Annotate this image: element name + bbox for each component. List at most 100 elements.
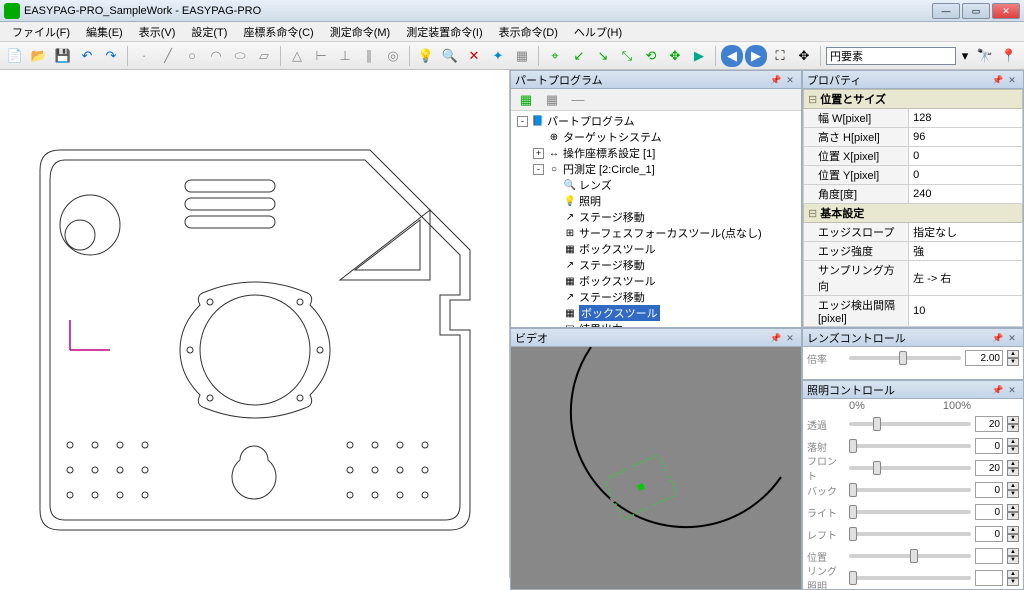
light-value[interactable] [975, 526, 1003, 542]
tree-copy-icon[interactable]: ▦ [541, 89, 563, 111]
panel-close-icon[interactable]: ✕ [783, 331, 797, 345]
pin-icon[interactable]: 📌 [991, 383, 1005, 397]
tree-node[interactable]: ⊞サーフェスフォーカスツール(点なし) [513, 225, 799, 241]
zoom-value[interactable] [965, 350, 1003, 366]
panel-close-icon[interactable]: ✕ [1005, 383, 1019, 397]
light-value[interactable] [975, 438, 1003, 454]
nav-left-icon[interactable]: ◀ [721, 45, 743, 67]
tree-node[interactable]: ⊕ターゲットシステム [513, 129, 799, 145]
prop-value[interactable]: 96 [909, 128, 1023, 147]
dist-icon[interactable]: ⊢ [310, 45, 332, 67]
light-value[interactable] [975, 482, 1003, 498]
tree-root-label[interactable]: パートプログラム [547, 113, 635, 129]
light-slider[interactable] [849, 510, 971, 514]
light-value[interactable] [975, 504, 1003, 520]
pin-icon[interactable]: 📌 [769, 73, 783, 87]
light-slider[interactable] [849, 444, 971, 448]
tree-node[interactable]: ↗ステージ移動 [513, 209, 799, 225]
light-slider[interactable] [849, 532, 971, 536]
par-icon[interactable]: ∥ [358, 45, 380, 67]
property-grid[interactable]: 位置とサイズ幅 W[pixel]128高さ H[pixel]96位置 X[pix… [803, 89, 1023, 327]
light-spinner[interactable]: ▲▼ [1007, 438, 1019, 454]
tree-toggle-icon[interactable]: + [533, 148, 544, 159]
light-slider[interactable] [849, 422, 971, 426]
menu-item[interactable]: 測定命令(M) [322, 24, 399, 40]
light-spinner[interactable]: ▲▼ [1007, 504, 1019, 520]
arc-icon[interactable]: ◠ [205, 45, 227, 67]
pin-icon[interactable]: 📌 [991, 73, 1005, 87]
prop-value[interactable] [909, 327, 1023, 328]
grid-icon[interactable]: ▦ [511, 45, 533, 67]
wand-icon[interactable]: ✦ [487, 45, 509, 67]
tree-node[interactable]: ▦ボックスツール [513, 305, 799, 321]
prop-value[interactable]: 指定なし [909, 223, 1023, 242]
panel-close-icon[interactable]: ✕ [1005, 331, 1019, 345]
bulb-icon[interactable]: 💡 [415, 45, 437, 67]
menu-item[interactable]: ファイル(F) [4, 24, 78, 40]
align-icon[interactable]: ▶ [688, 45, 710, 67]
save-icon[interactable]: 💾 [52, 45, 74, 67]
origin-icon[interactable]: ⌖ [544, 45, 566, 67]
light-slider[interactable] [849, 554, 971, 558]
point-icon[interactable]: · [133, 45, 155, 67]
menu-item[interactable]: 表示命令(D) [491, 24, 566, 40]
tree-node[interactable]: -○円測定 [2:Circle_1] [513, 161, 799, 177]
menu-item[interactable]: 座標系命令(C) [235, 24, 321, 40]
light-spinner[interactable]: ▲▼ [1007, 570, 1019, 586]
light-spinner[interactable]: ▲▼ [1007, 548, 1019, 564]
binoculars-icon[interactable]: 🔭 [974, 45, 996, 67]
menu-item[interactable]: 編集(E) [78, 24, 131, 40]
tree-collapse-icon[interactable]: - [517, 116, 528, 127]
tree-node[interactable]: ▦ボックスツール [513, 241, 799, 257]
light-slider[interactable] [849, 466, 971, 470]
tree-node[interactable]: ▦ボックスツール [513, 273, 799, 289]
tree-node[interactable]: ↗ステージ移動 [513, 289, 799, 305]
element-search-input[interactable] [826, 47, 956, 65]
axis1-icon[interactable]: ↙ [568, 45, 590, 67]
axis2-icon[interactable]: ↘ [592, 45, 614, 67]
zoom-spinner[interactable]: ▲▼ [1007, 350, 1019, 366]
undo-icon[interactable]: ↶ [76, 45, 98, 67]
program-tree[interactable]: -📘パートプログラム ⊕ターゲットシステム+↔操作座標系設定 [1]-○円測定 … [511, 111, 801, 327]
prop-section[interactable]: 位置とサイズ [804, 90, 1023, 109]
ellipse-icon[interactable]: ⬭ [229, 45, 251, 67]
prop-value[interactable]: 128 [909, 109, 1023, 128]
light-value[interactable] [975, 416, 1003, 432]
light-slider[interactable] [849, 488, 971, 492]
menu-item[interactable]: 設定(T) [183, 24, 235, 40]
open-icon[interactable]: 📂 [28, 45, 50, 67]
translate-icon[interactable]: ✥ [664, 45, 686, 67]
light-spinner[interactable]: ▲▼ [1007, 526, 1019, 542]
prop-value[interactable]: 0 [909, 166, 1023, 185]
pin-icon[interactable]: 📌 [769, 331, 783, 345]
rect-icon[interactable]: ▱ [253, 45, 275, 67]
new-icon[interactable]: 📄 [4, 45, 26, 67]
tree-node[interactable]: +↔操作座標系設定 [1] [513, 145, 799, 161]
drawing-canvas[interactable] [0, 70, 510, 578]
cross-icon[interactable]: ✕ [463, 45, 485, 67]
pin-icon[interactable]: 📍 [998, 45, 1020, 67]
prop-value[interactable]: 0 [909, 147, 1023, 166]
light-spinner[interactable]: ▲▼ [1007, 460, 1019, 476]
light-spinner[interactable]: ▲▼ [1007, 482, 1019, 498]
tree-add-icon[interactable]: ▦ [515, 89, 537, 111]
move-icon[interactable]: ✥ [793, 45, 815, 67]
close-button[interactable]: ✕ [992, 3, 1020, 19]
conc-icon[interactable]: ◎ [382, 45, 404, 67]
dropdown-icon[interactable]: ▾ [958, 45, 972, 67]
pin-icon[interactable]: 📌 [991, 331, 1005, 345]
nav-right-icon[interactable]: ▶ [745, 45, 767, 67]
panel-close-icon[interactable]: ✕ [783, 73, 797, 87]
prop-value[interactable]: 240 [909, 185, 1023, 204]
menu-item[interactable]: ヘルプ(H) [566, 24, 630, 40]
zoom-slider[interactable] [849, 356, 961, 360]
redo-icon[interactable]: ↷ [100, 45, 122, 67]
fit-icon[interactable]: ⛶ [769, 45, 791, 67]
tree-node[interactable]: ↗ステージ移動 [513, 257, 799, 273]
maximize-button[interactable]: ▭ [962, 3, 990, 19]
light-value[interactable] [975, 548, 1003, 564]
tree-toggle-icon[interactable]: - [533, 164, 544, 175]
prop-section[interactable]: 基本設定 [804, 204, 1023, 223]
circle-icon[interactable]: ○ [181, 45, 203, 67]
light-spinner[interactable]: ▲▼ [1007, 416, 1019, 432]
